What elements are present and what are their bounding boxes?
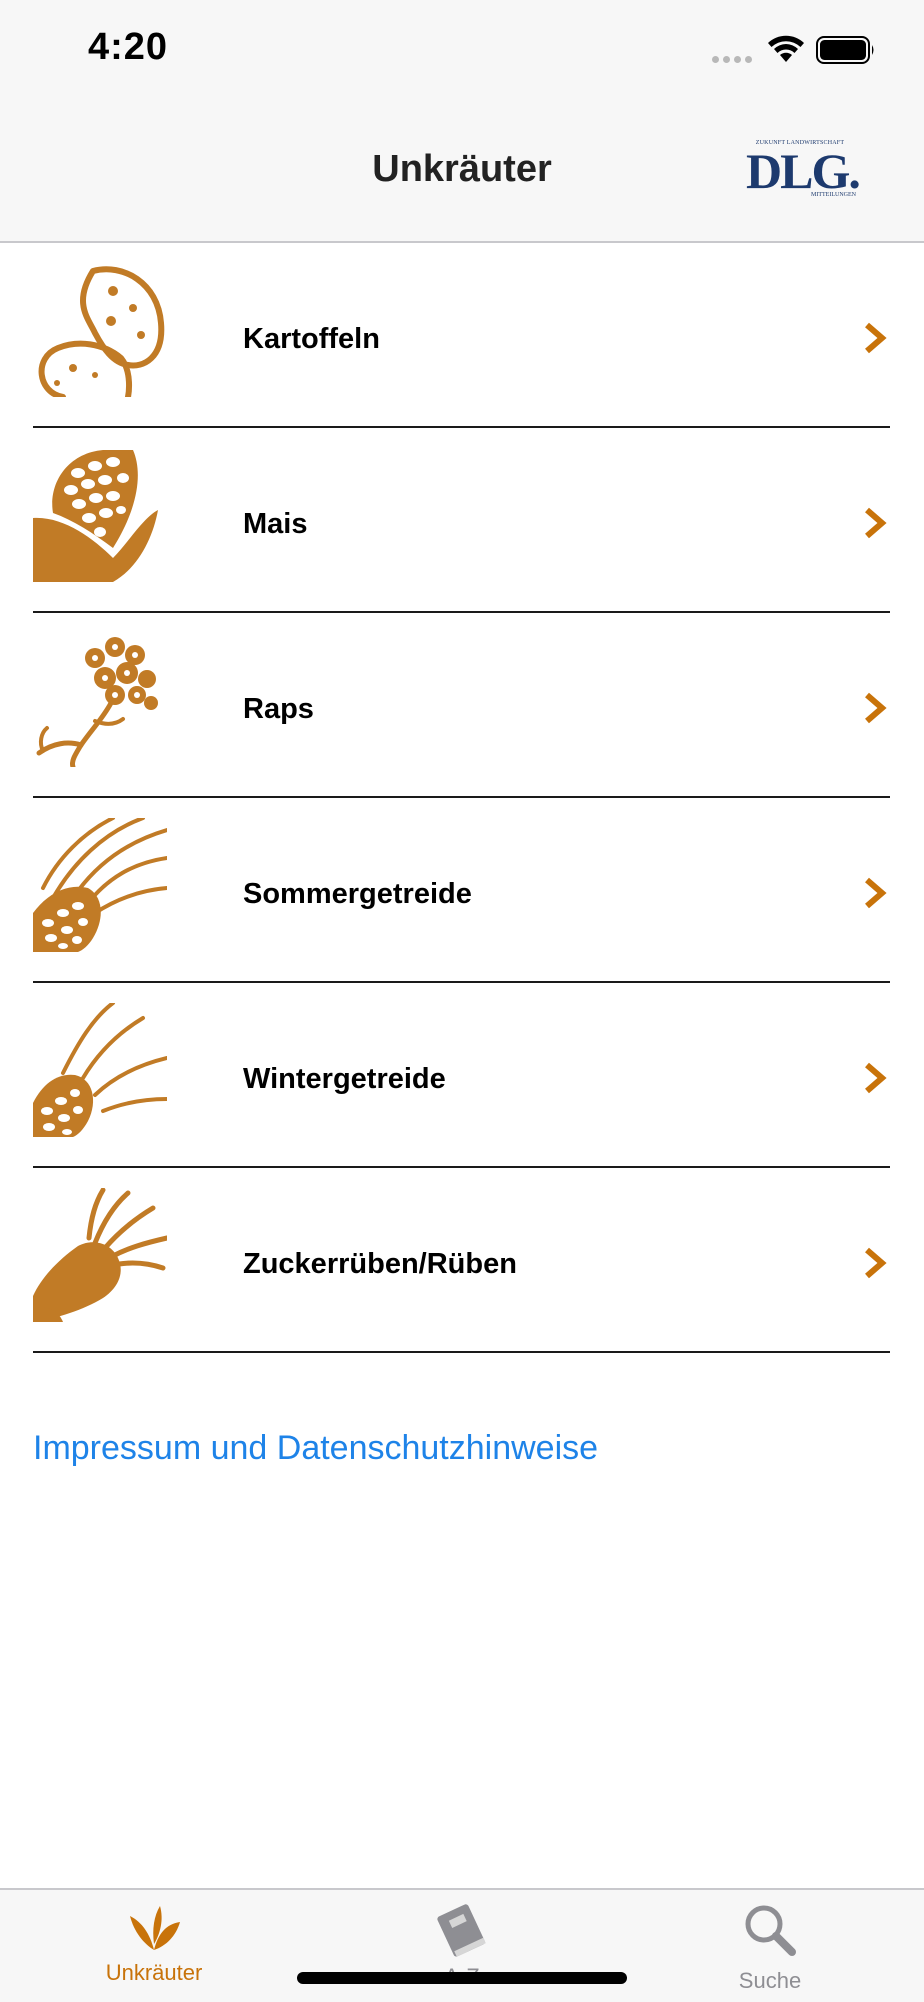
dlg-logo: ZUKUNFT LANDWIRTSCHAFT DLG. MITTEILUNGEN [746, 140, 861, 199]
cellular-signal-icon [712, 56, 752, 63]
chevron-right-icon [865, 322, 887, 354]
category-label: Zuckerrüben/Rüben [243, 1248, 517, 1280]
impressum-link[interactable]: Impressum und Datenschutzhinweise [33, 1429, 598, 1468]
search-icon [745, 1905, 796, 1956]
tab-label: Unkräuter [105, 1960, 203, 1985]
category-row-kartoffeln[interactable]: Kartoffeln [0, 243, 924, 428]
chevron-right-icon [865, 877, 887, 909]
chevron-right-icon [865, 1247, 887, 1279]
category-row-wintergetreide[interactable]: Wintergetreide [0, 983, 924, 1168]
category-label: Kartoffeln [243, 323, 380, 355]
tab-suche[interactable]: Suche [616, 1890, 924, 2002]
category-label: Sommergetreide [243, 878, 472, 910]
status-time: 4:20 [88, 26, 169, 68]
tab-a-z[interactable]: A-Z [308, 1890, 616, 2002]
summer-grain-icon [33, 818, 167, 952]
category-label: Mais [243, 508, 308, 540]
row-divider [33, 1351, 890, 1353]
category-row-raps[interactable]: Raps [0, 613, 924, 798]
corn-icon [33, 450, 158, 582]
rapeseed-icon [36, 637, 158, 767]
wifi-icon [768, 35, 804, 62]
category-row-sommergetreide[interactable]: Sommergetreide [0, 798, 924, 983]
chevron-right-icon [865, 692, 887, 724]
winter-grain-icon [33, 1003, 167, 1137]
home-indicator [297, 1972, 627, 1984]
category-row-mais[interactable]: Mais [0, 428, 924, 613]
category-label: Raps [243, 693, 314, 725]
battery-icon [816, 36, 874, 64]
chevron-right-icon [865, 507, 887, 539]
category-list: Kartoffeln Mais Raps Sommergetreide Wint… [0, 243, 924, 1353]
category-row-zuckerrueben[interactable]: Zuckerrüben/Rüben [0, 1168, 924, 1353]
chevron-right-icon [865, 1062, 887, 1094]
category-label: Wintergetreide [243, 1063, 446, 1095]
tab-bar: Unkräuter A-Z Suche [0, 1888, 924, 2002]
tab-label: Suche [738, 1968, 802, 1993]
sugar-beet-icon [33, 1188, 167, 1322]
book-icon [437, 1904, 486, 1957]
potato-icon [38, 266, 165, 397]
navigation-bar: Unkräuter ZUKUNFT LANDWIRTSCHAFT DLG. MI… [0, 100, 924, 243]
tab-unkraeuter[interactable]: Unkräuter [0, 1890, 308, 2002]
weeds-icon [130, 1906, 180, 1950]
status-bar: 4:20 [0, 0, 924, 100]
